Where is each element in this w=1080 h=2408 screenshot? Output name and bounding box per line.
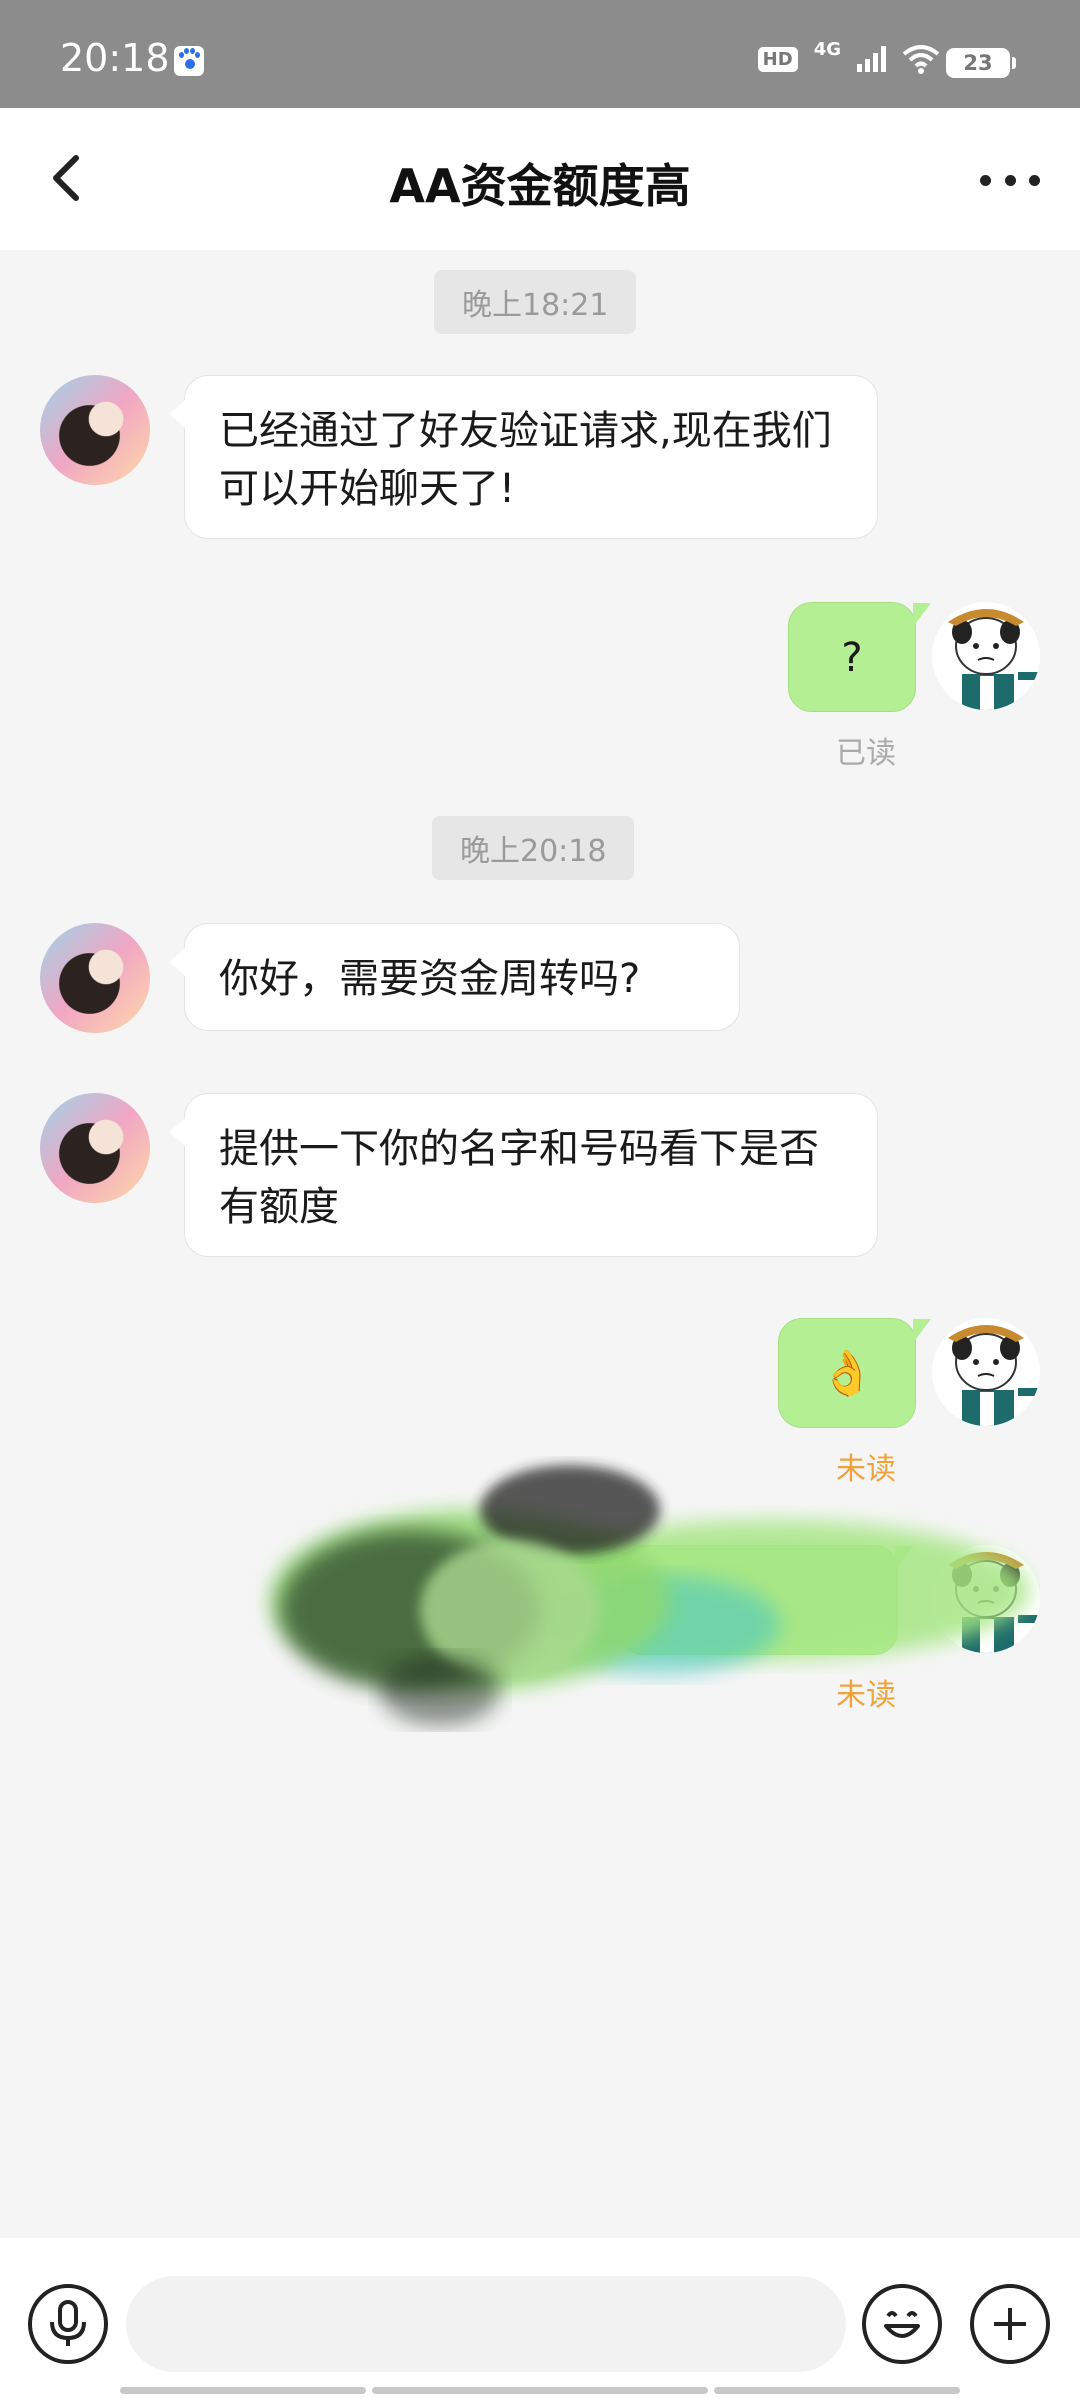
read-status: 已读	[836, 736, 896, 771]
wifi-icon	[902, 44, 940, 74]
status-bar: 20:18 HD 4G 23	[0, 0, 1080, 108]
panda-avatar-icon	[948, 609, 1038, 710]
timestamp-1: 晚上18:21	[434, 270, 637, 334]
emoji-icon	[884, 2311, 920, 2338]
status-time: 20:18	[60, 36, 170, 80]
more-button[interactable]	[980, 160, 1040, 200]
more-icon	[980, 174, 991, 186]
message-text: 你好，需要资金周转吗?	[219, 956, 641, 1002]
contact-avatar[interactable]	[40, 375, 150, 485]
chat-messages: 晚上18:21 已经通过了好友验证请求,现在我们可以开始聊天了! ? 已读 晚上…	[0, 250, 1080, 2238]
my-avatar[interactable]	[932, 1318, 1040, 1426]
message-text: 👌	[819, 1348, 875, 1399]
message-text: ?	[841, 635, 863, 681]
nav-bar-segment	[120, 2387, 366, 2394]
input-bar	[0, 2238, 1080, 2408]
nav-bar-segment	[714, 2387, 960, 2394]
emoji-button[interactable]	[862, 2284, 942, 2364]
baidu-app-icon	[174, 46, 204, 76]
message-text: 提供一下你的名字和号码看下是否有额度	[219, 1126, 819, 1230]
plus-icon	[994, 2308, 1026, 2340]
microphone-icon	[50, 2300, 86, 2346]
network-type: 4G	[813, 38, 841, 60]
signal-icon	[857, 46, 886, 72]
contact-avatar[interactable]	[40, 1093, 150, 1203]
battery-indicator: 23	[946, 48, 1016, 78]
message-input[interactable]	[126, 2276, 846, 2372]
chat-header: AA资金额度高	[0, 108, 1080, 250]
nav-bar-segment	[372, 2387, 708, 2394]
message-received-1[interactable]: 已经通过了好友验证请求,现在我们可以开始聊天了!	[169, 375, 878, 539]
plus-button[interactable]	[970, 2284, 1050, 2364]
message-sent-1[interactable]: ?	[788, 602, 931, 712]
hd-icon: HD	[757, 46, 798, 72]
redaction-scribble	[270, 1465, 1030, 1725]
message-text: 已经通过了好友验证请求,现在我们可以开始聊天了!	[219, 408, 832, 512]
message-received-3[interactable]: 提供一下你的名字和号码看下是否有额度	[169, 1093, 878, 1257]
chat-title: AA资金额度高	[389, 159, 691, 213]
timestamp-2: 晚上20:18	[432, 816, 635, 880]
message-sent-2[interactable]: 👌	[778, 1318, 931, 1428]
message-received-2[interactable]: 你好，需要资金周转吗?	[169, 923, 740, 1031]
contact-avatar[interactable]	[40, 923, 150, 1033]
panda-avatar-icon	[948, 1325, 1038, 1426]
voice-button[interactable]	[28, 2284, 108, 2364]
my-avatar[interactable]	[932, 602, 1040, 710]
